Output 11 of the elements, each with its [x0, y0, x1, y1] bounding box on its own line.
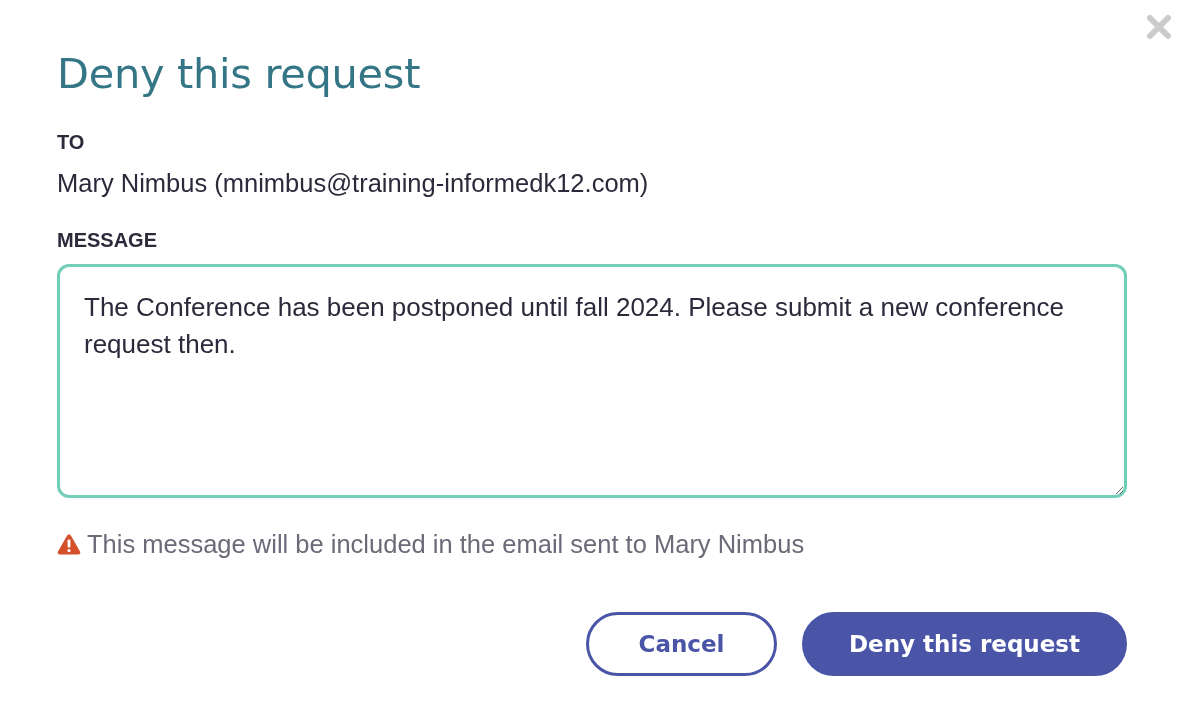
notice-text: This message will be included in the email sent to Mary Nimbus	[87, 529, 805, 559]
close-icon	[1146, 14, 1172, 40]
field-label: TO	[57, 130, 85, 154]
message-field[interactable]: The Conference has been postponed until fall 2024. Please submit a new conference request then.	[57, 264, 1127, 498]
dialog-title: Deny this request	[57, 49, 421, 99]
warning-icon	[57, 533, 81, 555]
confirm-button[interactable]: Deny this request	[802, 612, 1127, 676]
recipient-text: Mary Nimbus (mnimbus@training-informedk12.com)	[57, 168, 649, 198]
close-button[interactable]	[1146, 14, 1172, 40]
cancel-button[interactable]: Cancel	[586, 612, 777, 676]
field-label: MESSAGE	[57, 228, 158, 252]
